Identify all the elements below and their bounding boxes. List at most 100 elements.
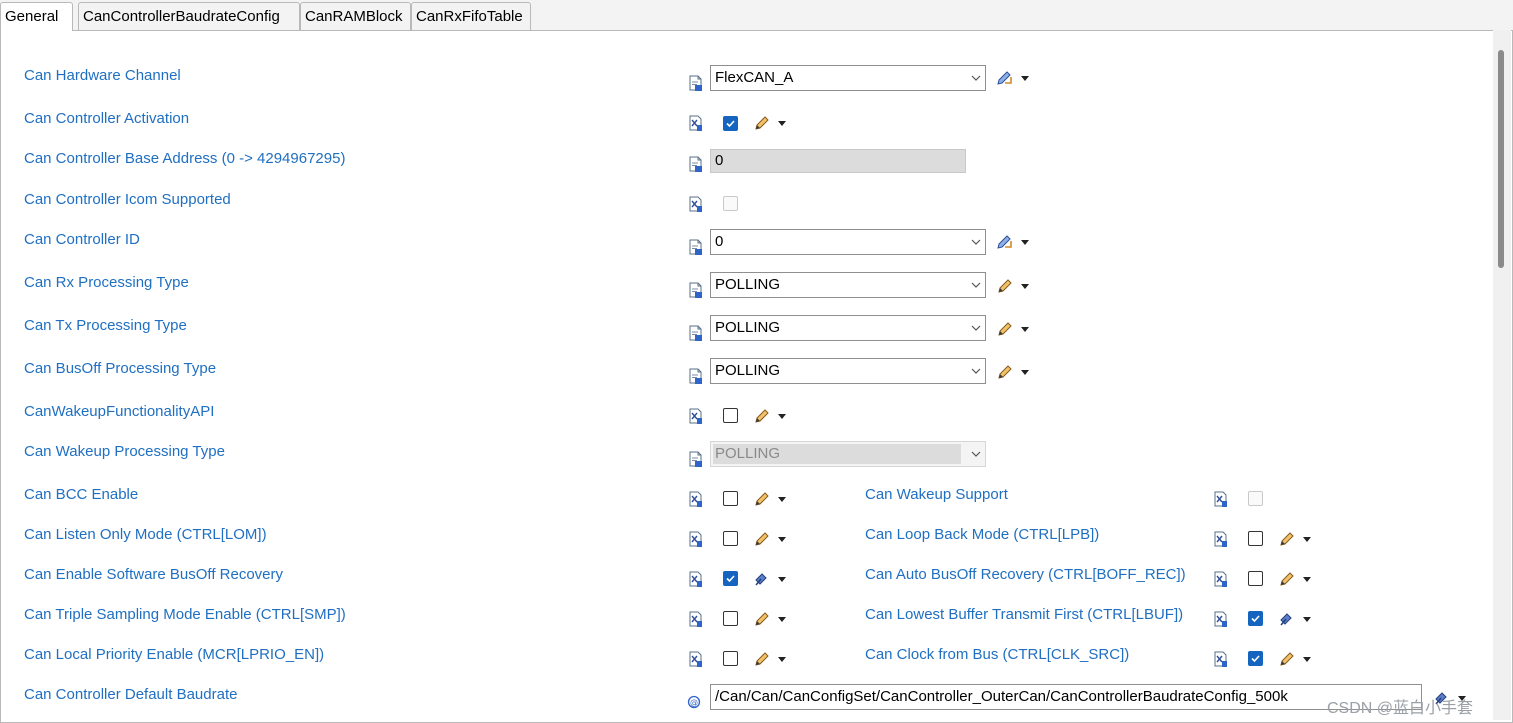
label-can-wakeup-functionality-api: CanWakeupFunctionalityAPI [24, 403, 215, 420]
parameter-config-icon [689, 156, 703, 172]
label-can-enable-software-busoff-recovery: Can Enable Software BusOff Recovery [24, 566, 284, 583]
clock-from-bus-checkbox[interactable] [1248, 651, 1263, 666]
parameter-config-icon [689, 115, 703, 131]
label-can-clock-from-bus: Can Clock from Bus (CTRL[CLK_SRC]) [865, 646, 1130, 663]
label-can-controller-icom-supported: Can Controller Icom Supported [24, 191, 231, 208]
parameter-config-icon [1214, 651, 1228, 667]
pencil-edit-icon[interactable] [1277, 650, 1313, 668]
tab-bar: General CanControllerBaudrateConfig CanR… [0, 0, 1513, 31]
listen-only-mode-checkbox[interactable] [723, 531, 738, 546]
chevron-down-icon [971, 239, 981, 245]
label-can-loop-back-mode: Can Loop Back Mode (CTRL[LPB]) [865, 526, 1100, 543]
label-can-lowest-buffer-transmit-first: Can Lowest Buffer Transmit First (CTRL[L… [865, 606, 1184, 623]
check-icon [725, 573, 736, 584]
bcc-enable-checkbox[interactable] [723, 491, 738, 506]
pencil-edit-icon[interactable] [752, 610, 788, 628]
label-can-triple-sampling-mode: Can Triple Sampling Mode Enable (CTRL[SM… [24, 606, 346, 623]
chevron-down-icon [971, 282, 981, 288]
label-can-local-priority-enable: Can Local Priority Enable (MCR[LPRIO_EN]… [24, 646, 325, 663]
select-value: POLLING [715, 445, 781, 462]
label-can-auto-busoff-recovery: Can Auto BusOff Recovery (CTRL[BOFF_REC]… [865, 566, 1186, 583]
can-controller-activation-checkbox[interactable] [723, 116, 738, 131]
label-can-controller-id: Can Controller ID [24, 231, 140, 248]
pencil-edit-icon[interactable] [1277, 530, 1313, 548]
chevron-down-icon [971, 368, 981, 374]
label-can-listen-only-mode: Can Listen Only Mode (CTRL[LOM]) [24, 526, 267, 543]
lowest-buffer-transmit-first-checkbox[interactable] [1248, 611, 1263, 626]
parameter-config-icon [689, 282, 703, 298]
parameter-config-icon [689, 531, 703, 547]
triple-sampling-mode-checkbox[interactable] [723, 611, 738, 626]
label-can-controller-default-baudrate: Can Controller Default Baudrate [24, 686, 238, 703]
parameter-config-icon [689, 325, 703, 341]
chevron-down-icon [971, 325, 981, 331]
check-icon [1250, 613, 1261, 624]
loop-back-mode-checkbox[interactable] [1248, 531, 1263, 546]
parameter-config-icon [689, 611, 703, 627]
pencil-edit-icon[interactable] [752, 114, 788, 132]
label-can-rx-processing-type: Can Rx Processing Type [24, 274, 189, 291]
parameter-config-icon [689, 408, 703, 424]
label-can-controller-activation: Can Controller Activation [24, 110, 190, 127]
calculation-tool-icon[interactable] [995, 233, 1031, 251]
base-address-field: 0 [710, 149, 966, 173]
reference-icon [687, 693, 701, 709]
wakeup-functionality-api-checkbox[interactable] [723, 408, 738, 423]
label-can-controller-base-address: Can Controller Base Address (0 -> 429496… [24, 150, 346, 167]
label-can-busoff-processing-type: Can BusOff Processing Type [24, 360, 217, 377]
watermark: CSDN @蓝白小手套 [1327, 700, 1474, 717]
wakeup-support-checkbox [1248, 491, 1263, 506]
default-baudrate-reference-field[interactable]: /Can/Can/CanConfigSet/CanController_Oute… [710, 684, 1422, 710]
software-busoff-recovery-checkbox[interactable] [723, 571, 738, 586]
pencil-edit-icon[interactable] [752, 490, 788, 508]
parameter-config-icon [1214, 531, 1228, 547]
tab-general[interactable]: General [0, 2, 73, 31]
calculation-tool-icon[interactable] [995, 69, 1031, 87]
parameter-config-icon [689, 491, 703, 507]
tab-can-ram-block[interactable]: CanRAMBlock [300, 2, 411, 30]
parameter-config-icon [689, 368, 703, 384]
parameter-config-icon [689, 196, 703, 212]
can-tx-processing-type-select[interactable]: POLLING [710, 315, 986, 341]
parameter-config-icon [689, 451, 703, 467]
select-value: FlexCAN_A [715, 69, 794, 86]
can-controller-id-select[interactable]: 0 [710, 229, 986, 255]
pencil-edit-icon[interactable] [752, 650, 788, 668]
label-can-wakeup-support: Can Wakeup Support [865, 486, 1008, 503]
parameter-config-icon [1214, 611, 1228, 627]
icom-supported-checkbox [723, 196, 738, 211]
local-priority-enable-checkbox[interactable] [723, 651, 738, 666]
select-value: POLLING [715, 319, 781, 336]
select-value: POLLING [715, 362, 781, 379]
label-can-wakeup-processing-type: Can Wakeup Processing Type [24, 443, 225, 460]
can-busoff-processing-type-select[interactable]: POLLING [710, 358, 986, 384]
can-wakeup-processing-type-select: POLLING [710, 441, 986, 467]
parameter-config-icon [689, 239, 703, 255]
parameter-config-icon [689, 75, 703, 91]
tab-can-rx-fifo-table[interactable]: CanRxFifoTable [411, 2, 531, 30]
auto-busoff-recovery-checkbox[interactable] [1248, 571, 1263, 586]
scrollbar-thumb[interactable] [1498, 50, 1504, 268]
pencil-edit-icon[interactable] [995, 277, 1031, 295]
auto-value-icon[interactable] [1277, 610, 1313, 628]
chevron-down-icon [971, 75, 981, 81]
can-hardware-channel-select[interactable]: FlexCAN_A [710, 65, 986, 91]
label-can-tx-processing-type: Can Tx Processing Type [24, 317, 187, 334]
auto-value-icon[interactable] [752, 570, 788, 588]
parameter-config-icon [689, 651, 703, 667]
label-can-hardware-channel: Can Hardware Channel [24, 67, 181, 84]
pencil-edit-icon[interactable] [995, 320, 1031, 338]
pencil-edit-icon[interactable] [1277, 570, 1313, 588]
pencil-edit-icon[interactable] [995, 363, 1031, 381]
check-icon [725, 118, 736, 129]
pencil-edit-icon[interactable] [752, 530, 788, 548]
parameter-config-icon [689, 571, 703, 587]
parameter-config-icon [1214, 571, 1228, 587]
select-value: POLLING [715, 276, 781, 293]
pencil-edit-icon[interactable] [752, 407, 788, 425]
can-rx-processing-type-select[interactable]: POLLING [710, 272, 986, 298]
check-icon [1250, 653, 1261, 664]
chevron-down-icon [971, 451, 981, 457]
parameter-config-icon [1214, 491, 1228, 507]
tab-can-controller-baudrate-config[interactable]: CanControllerBaudrateConfig [78, 2, 300, 30]
